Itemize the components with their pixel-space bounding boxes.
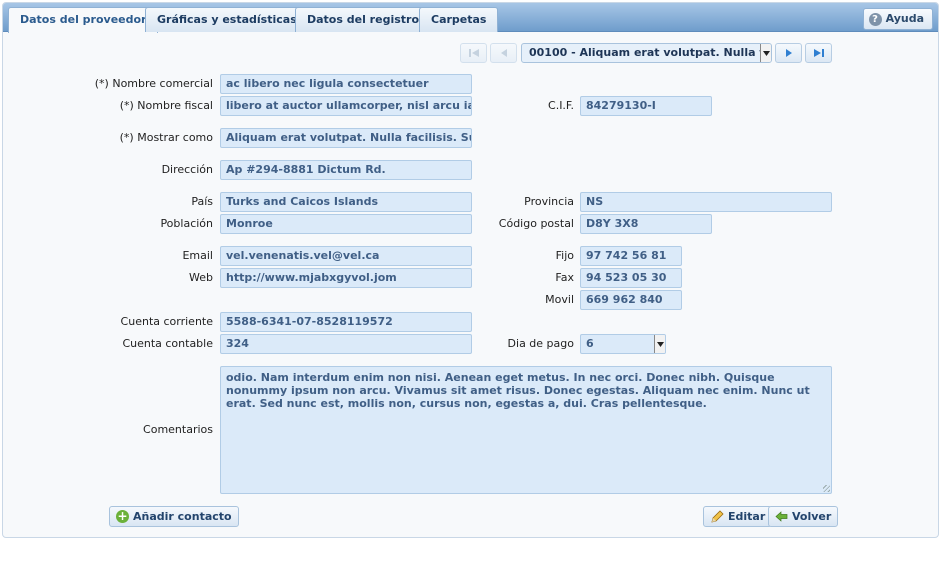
direccion-label: Dirección xyxy=(161,163,213,176)
cuenta-contable-field[interactable]: 324 xyxy=(220,334,472,354)
codigo-postal-field[interactable]: D8Y 3X8 xyxy=(580,214,712,234)
pais-field[interactable]: Turks and Caicos Islands xyxy=(220,192,472,212)
last-record-button[interactable] xyxy=(805,43,832,63)
cuenta-corriente-label: Cuenta corriente xyxy=(120,315,213,328)
resize-grip-icon[interactable] xyxy=(823,485,830,492)
help-button[interactable]: ? Ayuda xyxy=(862,8,933,30)
supplier-window: Datos del proveedor Gráficas y estadísti… xyxy=(2,2,939,538)
chevron-down-icon xyxy=(654,335,665,353)
previous-record-icon xyxy=(500,49,507,57)
mostrar-como-label: (*) Mostrar como xyxy=(119,131,213,144)
codigo-postal-label: Código postal xyxy=(498,217,574,230)
tab-datos-registro[interactable]: Datos del registro xyxy=(295,7,431,32)
direccion-field[interactable]: Ap #294-8881 Dictum Rd. xyxy=(220,160,472,180)
help-label: Ayuda xyxy=(885,12,924,25)
help-icon: ? xyxy=(868,12,882,26)
edit-label: Editar xyxy=(728,510,766,523)
nombre-fiscal-label: (*) Nombre fiscal xyxy=(119,99,213,112)
add-contact-label: Añadir contacto xyxy=(133,510,232,523)
comentarios-label: Comentarios xyxy=(143,423,213,436)
edit-button[interactable]: Editar xyxy=(703,506,773,527)
nombre-comercial-label: (*) Nombre comercial xyxy=(94,77,213,90)
first-record-button[interactable] xyxy=(460,43,487,63)
nombre-comercial-field[interactable]: ac libero nec ligula consectetuer xyxy=(220,74,472,94)
pencil-icon xyxy=(711,509,724,523)
provincia-field[interactable]: NS xyxy=(580,192,832,212)
movil-label: Movil xyxy=(545,293,574,306)
comentarios-textarea[interactable]: odio. Nam interdum enim non nisi. Aenean… xyxy=(220,366,832,494)
dia-de-pago-value: 6 xyxy=(586,337,594,350)
back-label: Volver xyxy=(792,510,832,523)
arrow-left-icon xyxy=(775,511,788,522)
next-record-icon xyxy=(785,49,792,57)
tab-bar: Datos del proveedor Gráficas y estadísti… xyxy=(3,3,938,33)
provincia-label: Provincia xyxy=(524,195,574,208)
movil-field[interactable]: 669 962 840 xyxy=(580,290,682,310)
web-field[interactable]: http://www.mjabxgyvol.jom xyxy=(220,268,472,288)
plus-circle-icon: + xyxy=(116,509,129,523)
cuenta-contable-label: Cuenta contable xyxy=(122,337,213,350)
poblacion-label: Población xyxy=(160,217,213,230)
mostrar-como-field[interactable]: Aliquam erat volutpat. Nulla facilisis. … xyxy=(220,128,472,148)
previous-record-button[interactable] xyxy=(490,43,517,63)
dia-de-pago-label: Dia de pago xyxy=(507,337,574,350)
cuenta-corriente-field[interactable]: 5588-6341-07-8528119572 xyxy=(220,312,472,332)
back-button[interactable]: Volver xyxy=(768,506,839,527)
last-record-icon xyxy=(813,49,824,57)
cif-label: C.I.F. xyxy=(548,99,574,112)
pais-label: País xyxy=(191,195,213,208)
email-label: Email xyxy=(182,249,213,262)
nombre-fiscal-field[interactable]: libero at auctor ullamcorper, nisl arcu … xyxy=(220,96,472,116)
dia-de-pago-select[interactable]: 6 xyxy=(580,334,666,354)
next-record-button[interactable] xyxy=(775,43,802,63)
first-record-icon xyxy=(468,49,479,57)
add-contact-button[interactable]: + Añadir contacto xyxy=(109,506,239,527)
fijo-label: Fijo xyxy=(555,249,574,262)
record-selector[interactable]: 00100 - Aliquam erat volutpat. Nulla fac… xyxy=(521,43,772,63)
poblacion-field[interactable]: Monroe xyxy=(220,214,472,234)
record-selector-value: 00100 - Aliquam erat volutpat. Nulla fac… xyxy=(529,46,771,59)
email-field[interactable]: vel.venenatis.vel@vel.ca xyxy=(220,246,472,266)
fax-field[interactable]: 94 523 05 30 xyxy=(580,268,682,288)
fax-label: Fax xyxy=(555,271,574,284)
comentarios-text: odio. Nam interdum enim non nisi. Aenean… xyxy=(226,371,810,410)
fijo-field[interactable]: 97 742 56 81 xyxy=(580,246,682,266)
tab-datos-proveedor[interactable]: Datos del proveedor xyxy=(8,7,159,33)
tab-graficas-estadisticas[interactable]: Gráficas y estadísticas xyxy=(145,7,309,32)
web-label: Web xyxy=(189,271,213,284)
tab-carpetas[interactable]: Carpetas xyxy=(419,7,499,32)
cif-field[interactable]: 84279130-I xyxy=(580,96,712,116)
chevron-down-icon xyxy=(760,44,771,62)
